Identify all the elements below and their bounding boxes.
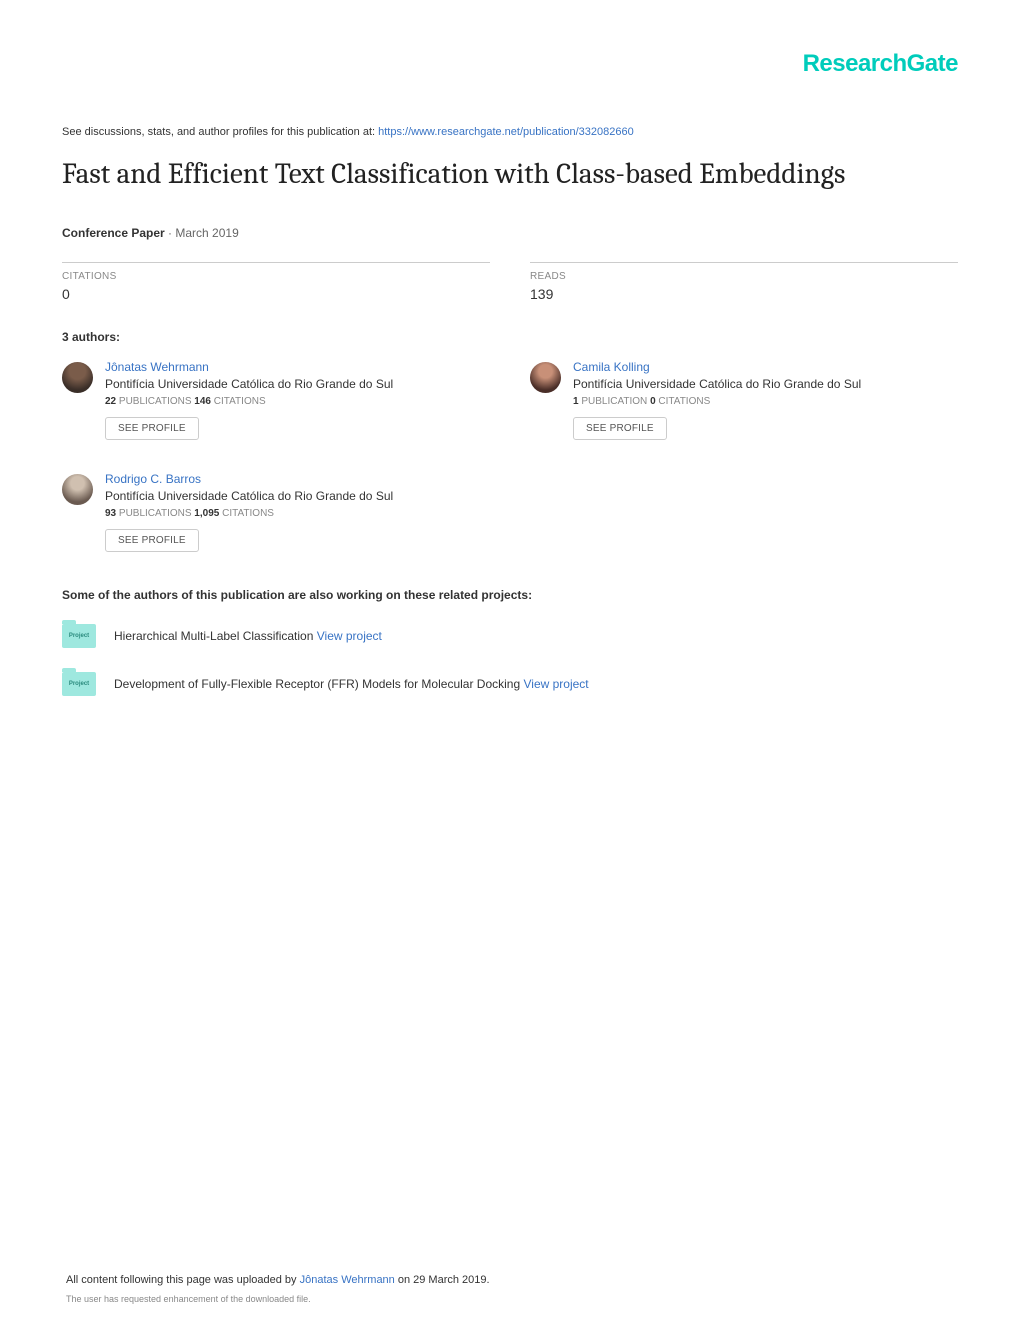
citations-value: 0 bbox=[62, 286, 490, 302]
authors-header: 3 authors: bbox=[62, 330, 958, 344]
cit-label: CITATIONS bbox=[211, 396, 266, 407]
view-project-link[interactable]: View project bbox=[317, 629, 382, 643]
see-profile-button[interactable]: SEE PROFILE bbox=[573, 417, 667, 440]
project-row: Hierarchical Multi-Label Classification … bbox=[62, 624, 958, 648]
author-name-link[interactable]: Jônatas Wehrmann bbox=[105, 360, 490, 374]
cit-label: CITATIONS bbox=[219, 508, 274, 519]
brand-logo[interactable]: ResearchGate bbox=[62, 50, 958, 78]
author-card: Rodrigo C. Barros Pontifícia Universidad… bbox=[62, 472, 490, 552]
citations-label: CITATIONS bbox=[62, 271, 490, 282]
avatar[interactable] bbox=[62, 474, 93, 505]
author-affiliation: Pontifícia Universidade Católica do Rio … bbox=[573, 377, 958, 391]
publication-type: Conference Paper bbox=[62, 226, 165, 240]
author-card: Jônatas Wehrmann Pontifícia Universidade… bbox=[62, 360, 490, 440]
pub-count: 93 bbox=[105, 508, 116, 519]
author-stats: 93 PUBLICATIONS 1,095 CITATIONS bbox=[105, 508, 490, 519]
publication-url-link[interactable]: https://www.researchgate.net/publication… bbox=[378, 126, 634, 138]
reads-block: READS 139 bbox=[530, 262, 958, 302]
author-name-link[interactable]: Camila Kolling bbox=[573, 360, 958, 374]
pub-label: PUBLICATIONS bbox=[116, 396, 194, 407]
cit-label: CITATIONS bbox=[656, 396, 711, 407]
author-affiliation: Pontifícia Universidade Católica do Rio … bbox=[105, 489, 490, 503]
author-stats: 22 PUBLICATIONS 146 CITATIONS bbox=[105, 396, 490, 407]
discussions-line: See discussions, stats, and author profi… bbox=[62, 126, 958, 138]
project-title: Hierarchical Multi-Label Classification bbox=[114, 629, 317, 643]
see-profile-button[interactable]: SEE PROFILE bbox=[105, 529, 199, 552]
pub-label: PUBLICATIONS bbox=[116, 508, 194, 519]
avatar[interactable] bbox=[62, 362, 93, 393]
view-project-link[interactable]: View project bbox=[523, 677, 588, 691]
page-title[interactable]: Fast and Efficient Text Classification w… bbox=[62, 156, 958, 194]
author-stats: 1 PUBLICATION 0 CITATIONS bbox=[573, 396, 958, 407]
publication-date: · March 2019 bbox=[165, 226, 239, 240]
reads-value: 139 bbox=[530, 286, 958, 302]
project-folder-icon[interactable] bbox=[62, 672, 96, 696]
see-profile-button[interactable]: SEE PROFILE bbox=[105, 417, 199, 440]
project-title: Development of Fully-Flexible Receptor (… bbox=[114, 677, 523, 691]
reads-label: READS bbox=[530, 271, 958, 282]
footer-suffix: on 29 March 2019. bbox=[395, 1274, 490, 1286]
project-row: Development of Fully-Flexible Receptor (… bbox=[62, 672, 958, 696]
pub-count: 22 bbox=[105, 396, 116, 407]
footer-note: The user has requested enhancement of th… bbox=[66, 1294, 954, 1304]
footer-upload-line: All content following this page was uplo… bbox=[66, 1274, 954, 1286]
pub-label: PUBLICATION bbox=[579, 396, 651, 407]
publication-meta: Conference Paper · March 2019 bbox=[62, 226, 958, 240]
uploader-link[interactable]: Jônatas Wehrmann bbox=[300, 1274, 395, 1286]
author-affiliation: Pontifícia Universidade Católica do Rio … bbox=[105, 377, 490, 391]
related-projects-header: Some of the authors of this publication … bbox=[62, 588, 958, 602]
discussions-prefix: See discussions, stats, and author profi… bbox=[62, 126, 378, 138]
cit-count: 146 bbox=[194, 396, 211, 407]
citations-block: CITATIONS 0 bbox=[62, 262, 490, 302]
author-card: Camila Kolling Pontifícia Universidade C… bbox=[530, 360, 958, 440]
cit-count: 1,095 bbox=[194, 508, 219, 519]
footer-prefix: All content following this page was uplo… bbox=[66, 1274, 300, 1286]
author-name-link[interactable]: Rodrigo C. Barros bbox=[105, 472, 490, 486]
avatar[interactable] bbox=[530, 362, 561, 393]
project-folder-icon[interactable] bbox=[62, 624, 96, 648]
